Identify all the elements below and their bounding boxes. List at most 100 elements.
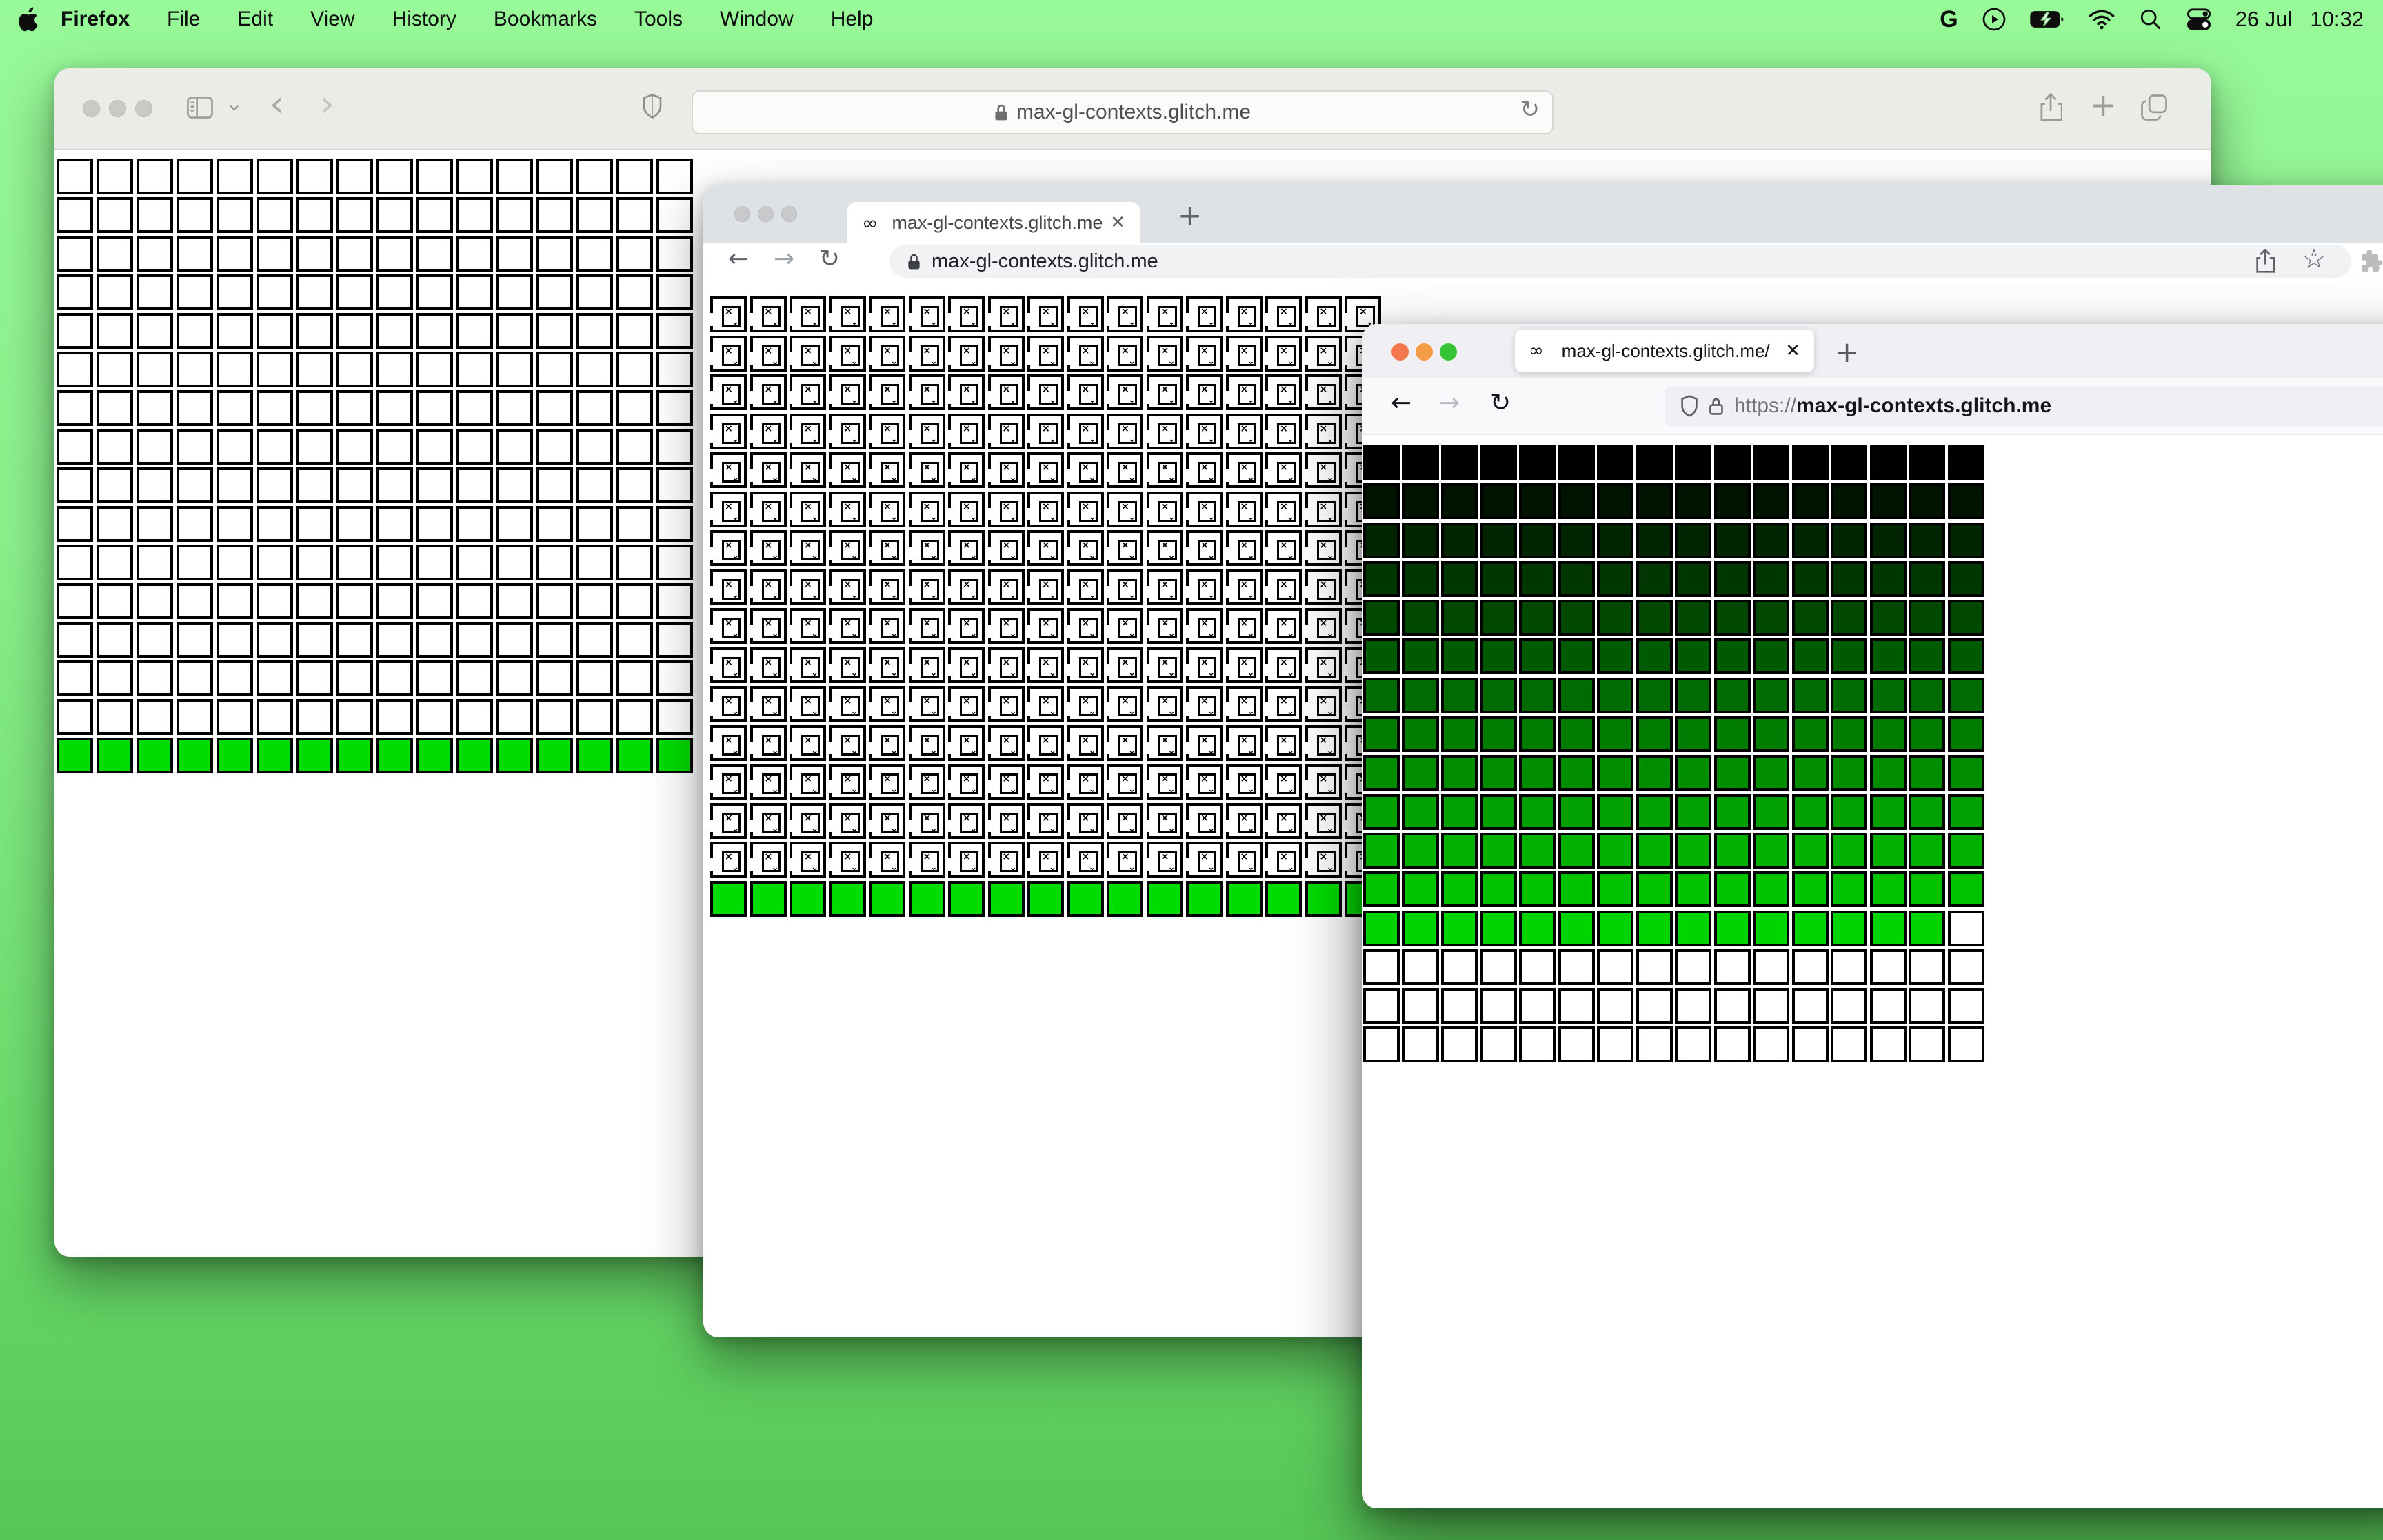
sidebar-chevron-down-icon[interactable]: ⌄ bbox=[225, 92, 243, 116]
empty-canvas-cell bbox=[616, 699, 653, 735]
zoom-button[interactable] bbox=[781, 206, 797, 222]
close-button[interactable] bbox=[83, 100, 100, 117]
tracking-shield-icon[interactable] bbox=[1680, 395, 1698, 417]
broken-image-cell: ×⌄ bbox=[987, 413, 1025, 449]
tab-overview-icon[interactable] bbox=[2141, 94, 2167, 121]
reload-icon[interactable]: ↻ bbox=[1520, 96, 1540, 123]
broken-border-gap bbox=[1225, 352, 1229, 365]
broken-border-gap bbox=[1225, 313, 1229, 326]
menu-view[interactable]: View bbox=[292, 8, 373, 31]
broken-image-icon: ×⌄ bbox=[1277, 540, 1296, 561]
broken-image-icon: ×⌄ bbox=[1039, 578, 1058, 600]
empty-canvas-cell bbox=[257, 313, 293, 349]
play-circle-icon[interactable] bbox=[1982, 7, 2007, 32]
chrome-url-field[interactable]: max-gl-contexts.glitch.me bbox=[889, 245, 2351, 278]
reload-button[interactable]: ↻ bbox=[1490, 389, 1511, 417]
empty-canvas-cell bbox=[536, 506, 573, 542]
spotlight-search-icon[interactable] bbox=[2139, 8, 2162, 31]
broken-border-gap bbox=[1067, 858, 1070, 871]
back-button[interactable]: ‹ bbox=[270, 83, 284, 125]
new-tab-button[interactable]: + bbox=[2090, 86, 2117, 123]
broken-border-gap bbox=[750, 585, 753, 599]
close-tab-icon[interactable]: ✕ bbox=[1110, 212, 1125, 233]
broken-image-cell: ×⌄ bbox=[1265, 608, 1302, 644]
menu-window[interactable]: Window bbox=[701, 8, 812, 31]
forward-button[interactable]: → bbox=[1439, 389, 1460, 417]
broken-image-cell: ×⌄ bbox=[1305, 647, 1342, 683]
empty-canvas-cell bbox=[616, 390, 653, 426]
close-button[interactable] bbox=[1391, 343, 1409, 361]
broken-image-cell: ×⌄ bbox=[1305, 452, 1342, 488]
broken-image-cell: ×⌄ bbox=[869, 647, 905, 683]
green-shade-cell bbox=[1909, 910, 1945, 946]
minimize-button[interactable] bbox=[1416, 343, 1433, 361]
green-shade-cell bbox=[1636, 871, 1673, 908]
green-shade-cell bbox=[1519, 677, 1556, 713]
broken-image-icon: ×⌄ bbox=[1158, 540, 1177, 561]
green-cell bbox=[257, 738, 293, 773]
green-shade-cell bbox=[1441, 522, 1478, 558]
apple-logo-icon[interactable] bbox=[19, 7, 40, 32]
broken-border-gap bbox=[1265, 858, 1268, 871]
menu-help[interactable]: Help bbox=[812, 8, 892, 31]
minimize-button[interactable] bbox=[109, 100, 126, 117]
close-tab-icon[interactable]: ✕ bbox=[1785, 341, 1800, 361]
minimize-button[interactable] bbox=[758, 206, 774, 222]
green-shade-cell bbox=[1869, 716, 1907, 753]
menu-edit[interactable]: Edit bbox=[219, 8, 292, 31]
zoom-button[interactable] bbox=[135, 100, 152, 117]
safari-url-field[interactable]: max-gl-contexts.glitch.me ↻ bbox=[692, 90, 1554, 134]
menu-tools[interactable]: Tools bbox=[616, 8, 701, 31]
empty-canvas-cell bbox=[496, 197, 533, 233]
reload-button[interactable]: ↻ bbox=[819, 245, 840, 273]
new-tab-button[interactable]: + bbox=[1835, 335, 1859, 369]
broken-image-icon: ×⌄ bbox=[960, 696, 978, 717]
chrome-active-tab[interactable]: ∞ max-gl-contexts.glitch.me ✕ bbox=[847, 202, 1140, 243]
empty-canvas-cell bbox=[296, 467, 333, 503]
google-g-icon[interactable]: G bbox=[1940, 6, 1958, 33]
share-icon[interactable] bbox=[2039, 93, 2062, 122]
broken-image-icon: ×⌄ bbox=[1158, 462, 1177, 483]
broken-border-gap bbox=[1265, 429, 1268, 443]
new-tab-button[interactable]: + bbox=[1178, 199, 1202, 232]
broken-image-icon: ×⌄ bbox=[1237, 851, 1256, 873]
firefox-url-field[interactable]: https://max-gl-contexts.glitch.me bbox=[1665, 386, 2383, 426]
firefox-active-tab[interactable]: ∞ max-gl-contexts.glitch.me/ ✕ bbox=[1515, 330, 1814, 372]
broken-image-cell: ×⌄ bbox=[869, 374, 905, 410]
empty-canvas-cell bbox=[257, 159, 293, 194]
green-cell bbox=[97, 738, 133, 773]
broken-image-icon: ×⌄ bbox=[841, 384, 860, 405]
green-shade-cell bbox=[1519, 910, 1556, 946]
broken-image-icon: ×⌄ bbox=[1039, 462, 1058, 483]
empty-canvas-cell bbox=[576, 583, 613, 619]
share-icon[interactable] bbox=[2255, 249, 2275, 274]
broken-image-icon: ×⌄ bbox=[1039, 734, 1058, 756]
sidebar-icon[interactable] bbox=[187, 96, 213, 119]
broken-image-icon: ×⌄ bbox=[920, 696, 939, 717]
broken-image-cell: ×⌄ bbox=[710, 530, 747, 566]
zoom-button[interactable] bbox=[1440, 343, 1457, 361]
broken-border-gap bbox=[790, 585, 792, 599]
bookmark-star-icon[interactable]: ☆ bbox=[2302, 243, 2326, 275]
menu-file[interactable]: File bbox=[148, 8, 219, 31]
broken-image-icon: ×⌄ bbox=[1158, 578, 1177, 600]
broken-image-cell: ×⌄ bbox=[1265, 569, 1302, 605]
broken-image-icon: ×⌄ bbox=[881, 423, 899, 445]
close-button[interactable] bbox=[734, 206, 750, 222]
broken-image-icon: ×⌄ bbox=[999, 540, 1018, 561]
back-button[interactable]: ← bbox=[1391, 389, 1411, 417]
back-button[interactable]: ← bbox=[728, 245, 749, 273]
wifi-icon[interactable] bbox=[2088, 8, 2115, 30]
menu-history[interactable]: History bbox=[374, 8, 475, 31]
broken-border-gap bbox=[1345, 858, 1347, 871]
battery-charging-icon[interactable] bbox=[2029, 8, 2064, 30]
broken-border-gap bbox=[1146, 741, 1149, 755]
extensions-puzzle-icon[interactable] bbox=[2360, 249, 2383, 274]
menu-bookmarks[interactable]: Bookmarks bbox=[475, 8, 616, 31]
broken-border-gap bbox=[869, 663, 872, 677]
menu-bar-clock[interactable]: 26 Jul 10:32 bbox=[2235, 7, 2364, 32]
forward-button[interactable]: › bbox=[320, 83, 334, 125]
control-center-icon[interactable] bbox=[2186, 8, 2212, 31]
forward-button[interactable]: → bbox=[774, 245, 794, 273]
menu-app-name[interactable]: Firefox bbox=[40, 8, 148, 31]
